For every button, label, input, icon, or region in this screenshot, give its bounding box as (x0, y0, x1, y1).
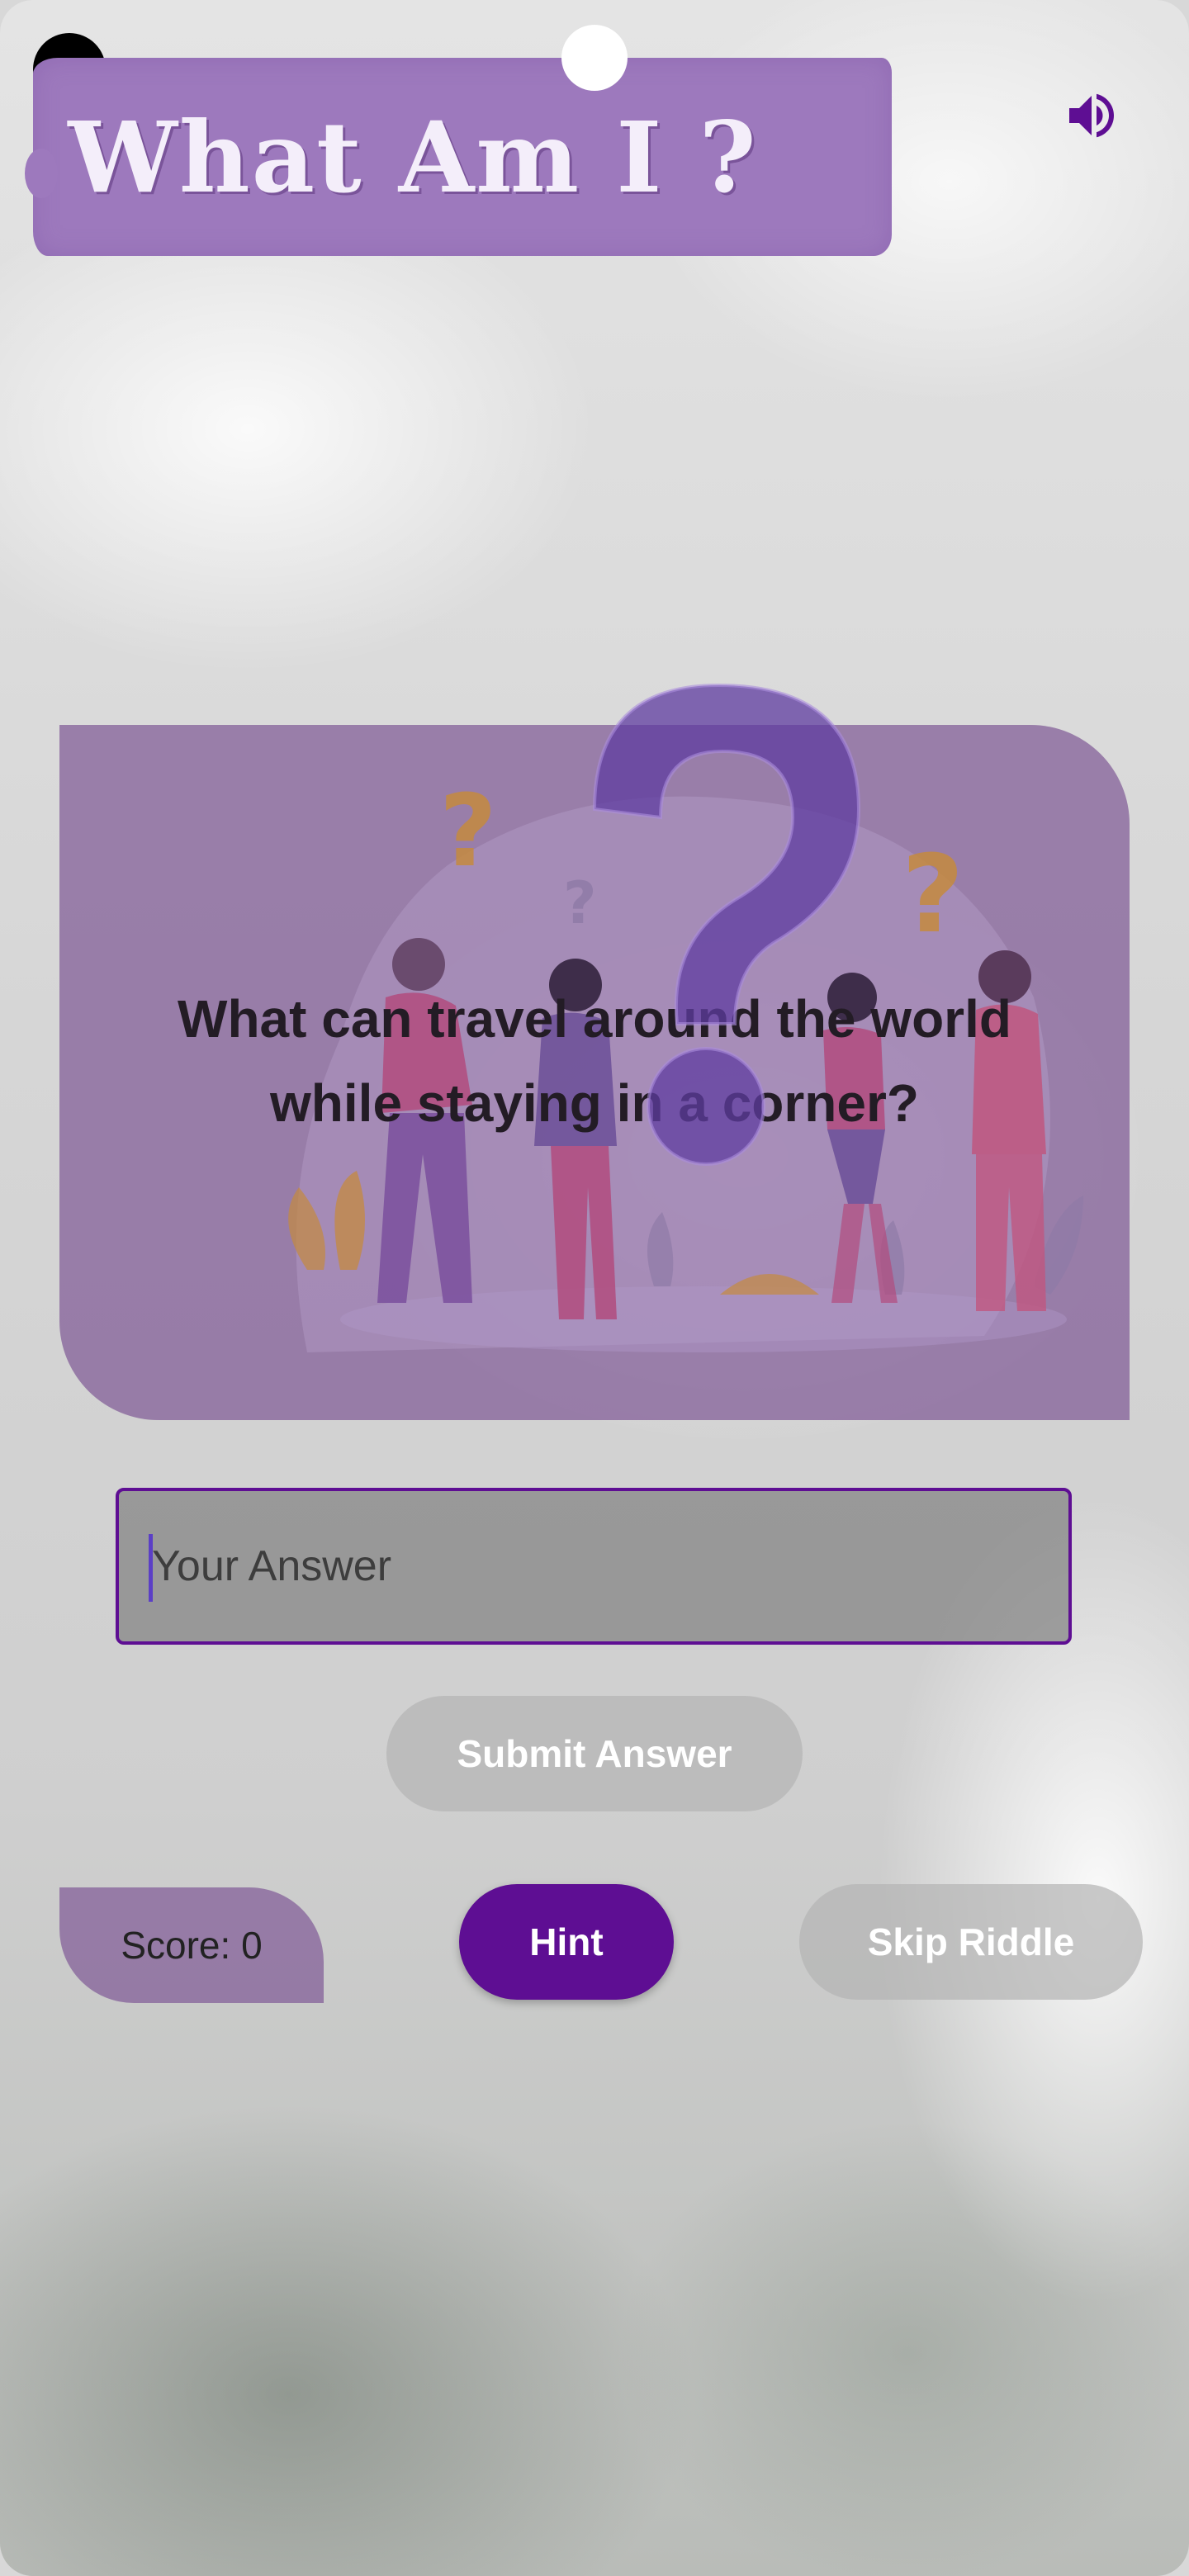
app-title: What Am I ? (68, 99, 758, 215)
question-mark-icon (592, 683, 861, 1166)
app-screen: What Am I ? ? ? ? What can travel around… (0, 0, 1189, 2576)
camera-cutout-center (561, 25, 628, 91)
speaker-volume-icon[interactable] (1062, 86, 1121, 145)
skip-riddle-button[interactable]: Skip Riddle (799, 1884, 1143, 2000)
answer-field[interactable] (116, 1488, 1072, 1645)
submit-answer-button[interactable]: Submit Answer (386, 1696, 803, 1811)
title-banner: What Am I ? (25, 58, 892, 256)
svg-text:?: ? (439, 774, 497, 889)
score-badge: Score: 0 (59, 1887, 324, 2003)
text-cursor (149, 1534, 153, 1602)
score-label: Score: 0 (121, 1924, 263, 1967)
svg-text:?: ? (902, 831, 964, 957)
answer-input[interactable] (119, 1491, 1068, 1641)
hint-button[interactable]: Hint (459, 1884, 674, 2000)
